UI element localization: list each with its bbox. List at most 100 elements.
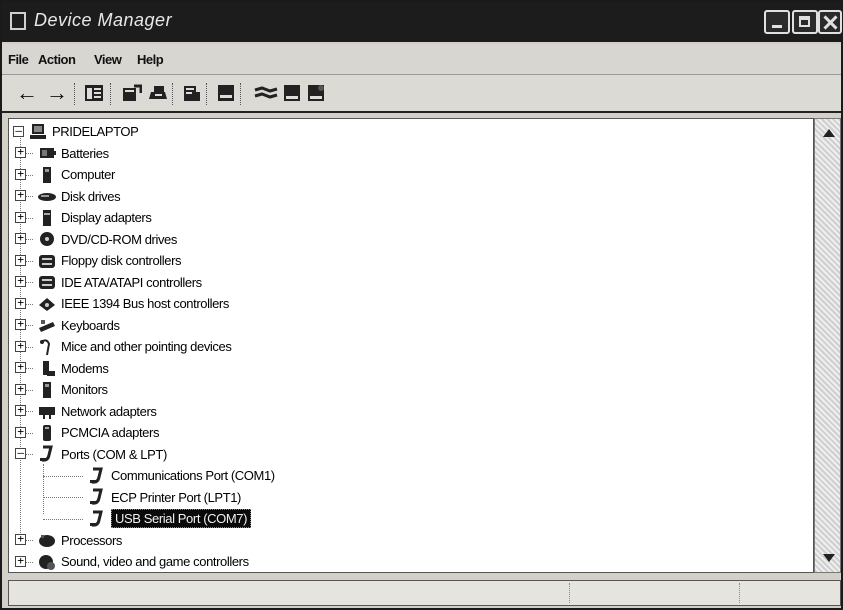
properties-icon[interactable] — [122, 83, 142, 103]
vertical-scrollbar[interactable] — [814, 118, 841, 573]
minimize-button[interactable] — [764, 10, 790, 34]
tree-category-disk-drives[interactable]: + Disk drives — [15, 186, 121, 206]
toolbar: ← → — [2, 75, 841, 113]
expand-icon[interactable]: + — [15, 168, 26, 180]
tree-category-label: IEEE 1394 Bus host controllers — [61, 296, 229, 311]
expand-icon[interactable]: + — [15, 340, 26, 352]
port-icon — [37, 445, 57, 463]
tree-category-processors[interactable]: + Processors — [15, 530, 123, 550]
tree-guide-line — [43, 475, 83, 477]
tree-device-1[interactable]: Communications Port (COM1) — [43, 466, 275, 486]
menu-view[interactable]: View — [94, 52, 122, 67]
expand-icon[interactable]: + — [15, 426, 26, 438]
tree-category-dvd-cd-rom-drives[interactable]: + DVD/CD-ROM drives — [15, 229, 177, 249]
tree-category-network-adapters[interactable]: + Network adapters — [15, 401, 157, 421]
disk-drive-icon — [37, 187, 57, 205]
expand-icon[interactable]: + — [15, 383, 26, 395]
expand-icon[interactable]: + — [15, 318, 26, 330]
back-arrow-icon[interactable]: ← — [16, 82, 38, 104]
close-button[interactable] — [818, 10, 842, 34]
toolbar-separator — [172, 83, 175, 105]
device-label: Communications Port (COM1) — [111, 468, 275, 483]
tree-category-computer[interactable]: + Computer — [15, 165, 115, 185]
window-title: Device Manager — [34, 10, 173, 30]
selected-device-label: USB Serial Port (COM7) — [111, 509, 252, 528]
expand-icon[interactable]: + — [15, 232, 26, 244]
monitor-icon — [37, 381, 57, 399]
tree-category-keyboards[interactable]: + Keyboards — [15, 315, 120, 335]
tree-category-label: Processors — [61, 532, 123, 548]
expand-icon[interactable]: + — [15, 555, 26, 567]
collapse-icon[interactable]: – — [13, 125, 24, 137]
expand-icon[interactable]: + — [15, 275, 26, 287]
expand-icon[interactable]: + — [15, 404, 26, 416]
forward-arrow-icon[interactable]: → — [46, 82, 68, 104]
tree-category-label: IDE ATA/ATAPI controllers — [61, 274, 202, 290]
tree-category-batteries[interactable]: + Batteries — [15, 143, 109, 163]
menu-help[interactable]: Help — [137, 52, 164, 67]
expand-icon[interactable]: + — [15, 254, 26, 266]
help-icon[interactable] — [182, 83, 202, 103]
menu-file[interactable]: File — [8, 52, 29, 67]
status-pane-main — [9, 583, 570, 603]
expand-icon[interactable]: + — [15, 533, 26, 545]
network-adapter-icon — [37, 402, 57, 420]
toolbar-separator — [110, 83, 113, 105]
processor-icon — [37, 531, 57, 549]
scan-hardware-icon[interactable] — [216, 83, 236, 103]
tree-category-modems[interactable]: + Modems — [15, 358, 109, 378]
tree-category-label: PCMCIA adapters — [61, 425, 160, 440]
tree-category-pcmcia-adapters[interactable]: + PCMCIA adapters — [15, 423, 160, 443]
tree-category-label: Floppy disk controllers — [61, 253, 182, 268]
tree-category-label: Display adapters — [61, 210, 152, 225]
toolbar-separator — [74, 83, 77, 105]
tree-category-label: Network adapters — [61, 403, 157, 419]
maximize-button[interactable] — [792, 10, 818, 34]
show-hide-console-tree-icon[interactable] — [84, 83, 104, 103]
computer-icon — [37, 166, 57, 184]
battery-icon — [37, 144, 57, 162]
expand-icon[interactable]: + — [15, 361, 26, 373]
tree-category-label: Keyboards — [61, 317, 120, 333]
expand-icon[interactable]: + — [15, 297, 26, 309]
title-bar[interactable]: Device Manager — [2, 2, 842, 42]
tree-guide-line — [43, 464, 44, 514]
tree-category-monitors[interactable]: + Monitors — [15, 380, 108, 400]
scroll-down-icon[interactable] — [823, 551, 835, 565]
tree-category-ide-ata-atapi-controllers[interactable]: + IDE ATA/ATAPI controllers — [15, 272, 202, 292]
device-manager-window: Device Manager File Action View Help ← → — [0, 0, 843, 610]
expand-icon[interactable]: + — [15, 211, 26, 223]
floppy-controller-icon — [37, 252, 57, 270]
print-icon[interactable] — [148, 83, 168, 103]
menu-action[interactable]: Action — [38, 52, 76, 67]
tree-category-ports-com-lpt[interactable]: – Ports (COM & LPT) — [15, 444, 167, 464]
tree-device-2[interactable]: ECP Printer Port (LPT1) — [43, 487, 241, 507]
collapse-icon[interactable]: – — [15, 447, 26, 459]
tree-category-floppy-disk-controllers[interactable]: + Floppy disk controllers — [15, 251, 182, 271]
tree-category-label: Disk drives — [61, 188, 121, 204]
tree-category-display-adapters[interactable]: + Display adapters — [15, 208, 152, 228]
expand-icon[interactable]: + — [15, 146, 26, 158]
tree-root[interactable]: – PRIDELAPTOP — [13, 121, 139, 141]
device-tree[interactable]: – PRIDELAPTOP + Batteries + Computer + Disk d… — [8, 118, 814, 573]
keyboard-icon — [37, 316, 57, 334]
tree-device-3[interactable]: USB Serial Port (COM7) — [43, 509, 252, 529]
ide-controller-icon — [37, 273, 57, 291]
scroll-up-icon[interactable] — [823, 127, 835, 141]
menu-bar: File Action View Help — [2, 44, 841, 75]
tree-category-ieee-1394-bus-host-controllers[interactable]: + IEEE 1394 Bus host controllers — [15, 294, 229, 314]
status-bar — [8, 580, 841, 606]
tree-category-label: Monitors — [61, 382, 108, 397]
ieee1394-icon — [37, 295, 57, 313]
port-icon — [87, 510, 107, 528]
disable-device-icon[interactable] — [306, 83, 326, 103]
expand-icon[interactable]: + — [15, 189, 26, 201]
tree-category-label: Batteries — [61, 145, 109, 161]
uninstall-icon[interactable] — [282, 83, 302, 103]
update-driver-icon[interactable] — [254, 83, 278, 103]
tree-category-mice-and-other-pointing-devices[interactable]: + Mice and other pointing devices — [15, 337, 232, 357]
tree-category-label: Ports (COM & LPT) — [61, 446, 167, 462]
modem-icon — [37, 359, 57, 377]
tree-category-label: Computer — [61, 167, 115, 182]
tree-category-sound-video-and-game-controllers[interactable]: + Sound, video and game controllers — [15, 552, 249, 572]
